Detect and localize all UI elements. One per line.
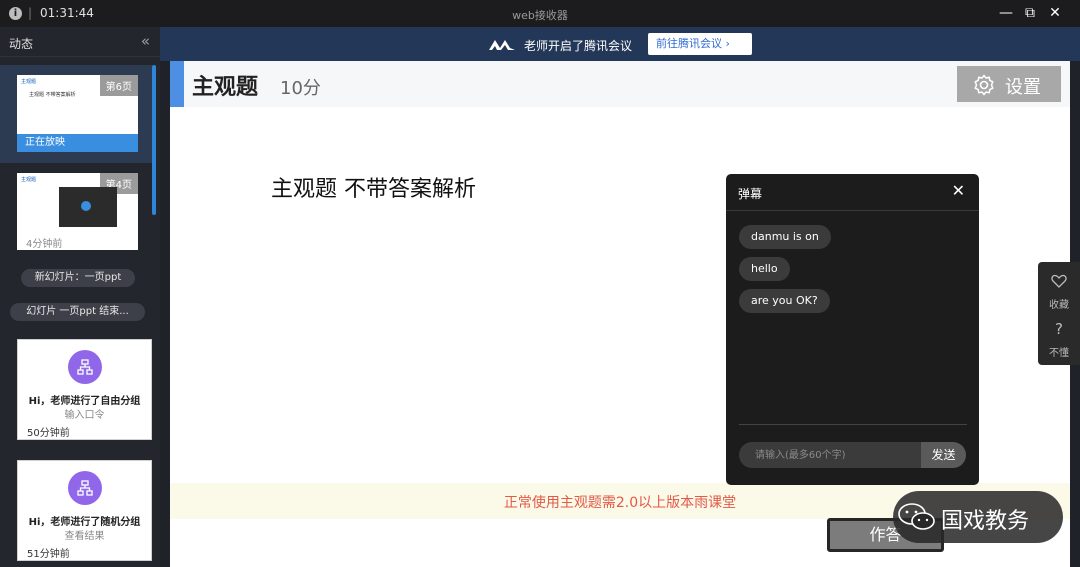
event-new-slide[interactable]: 新幻灯片：一页ppt xyxy=(21,269,135,287)
thumbnail-title: 主观题 xyxy=(21,79,37,85)
thumbnail-preview xyxy=(59,187,117,227)
minimize-button[interactable]: — xyxy=(995,3,1017,23)
watermark-text: 国戏教务 xyxy=(941,509,1030,534)
settings-button[interactable]: 设置 xyxy=(957,66,1061,102)
card-title: Hi，老师进行了自由分组 xyxy=(28,396,141,407)
thumbnail-title: 主观题 xyxy=(21,177,37,183)
confused-label[interactable]: 不懂 xyxy=(1038,344,1080,359)
danmu-message: hello xyxy=(739,257,790,281)
divider xyxy=(739,424,967,425)
danmu-panel: 弹幕 ✕ danmu is on hello are you OK? 发送 xyxy=(726,174,979,485)
close-icon[interactable]: ✕ xyxy=(952,181,965,200)
question-content: 主观题 不带答案解析 xyxy=(271,177,476,202)
collapse-icon[interactable]: « xyxy=(141,32,150,50)
activity-sidebar: 动态 « 主观题 主观题 不带答案解析 第6页 正在放映 主观题 第4页 4分钟… xyxy=(0,27,160,567)
slide-thumbnail[interactable]: 主观题 第4页 xyxy=(17,173,138,232)
sidebar-scrollbar[interactable] xyxy=(152,65,156,215)
card-action[interactable]: 查看结果 xyxy=(18,527,151,542)
card-action[interactable]: 输入口令 xyxy=(18,406,151,421)
meeting-banner: 老师开启了腾讯会议 前往腾讯会议 › xyxy=(160,27,1080,61)
title-bar: i | 01:31:44 web接收器 — ⧉ ✕ xyxy=(0,0,1080,27)
join-meeting-button[interactable]: 前往腾讯会议 › xyxy=(648,33,752,55)
side-toolbar: 收藏 ? 不懂 xyxy=(1038,262,1080,365)
tencent-meeting-logo xyxy=(489,40,515,50)
favorite-label[interactable]: 收藏 xyxy=(1038,296,1080,311)
settings-label: 设置 xyxy=(1005,77,1041,98)
group-icon xyxy=(68,471,102,505)
question-header: 主观题 10分 设置 xyxy=(170,61,1070,107)
heart-icon[interactable] xyxy=(1051,274,1067,288)
question-type: 主观题 xyxy=(192,75,259,100)
play-icon xyxy=(81,201,91,211)
group-icon xyxy=(68,350,102,384)
event-slide-end[interactable]: 幻灯片 一页ppt 结束... xyxy=(10,303,145,321)
group-card-free[interactable]: Hi，老师进行了自由分组 输入口令 50分钟前 xyxy=(17,339,152,440)
danmu-input[interactable] xyxy=(739,442,922,468)
card-time: 51分钟前 xyxy=(27,549,70,560)
header-accent xyxy=(170,61,184,107)
now-playing-label: 正在放映 xyxy=(17,134,138,152)
slide-time: 4分钟前 xyxy=(26,239,63,250)
wechat-icon xyxy=(898,503,935,530)
slide-page-badge: 第6页 xyxy=(99,75,138,96)
danmu-message: are you OK? xyxy=(739,289,830,313)
card-title: Hi，老师进行了随机分组 xyxy=(28,517,141,528)
window-title: web接收器 xyxy=(512,9,568,22)
thumbnail-text: 主观题 不带答案解析 xyxy=(29,92,76,98)
divider xyxy=(726,210,979,211)
send-button[interactable]: 发送 xyxy=(921,442,966,468)
wechat-watermark: 国戏教务 xyxy=(893,491,1063,543)
slide-footer: 4分钟前 xyxy=(17,232,138,250)
meeting-message: 老师开启了腾讯会议 xyxy=(524,39,633,53)
sidebar-title: 动态 xyxy=(9,37,34,51)
restore-button[interactable]: ⧉ xyxy=(1019,3,1041,23)
group-card-random[interactable]: Hi，老师进行了随机分组 查看结果 51分钟前 xyxy=(17,460,152,561)
slide-thumbnail[interactable]: 主观题 主观题 不带答案解析 第6页 xyxy=(17,75,138,134)
gear-icon xyxy=(974,74,994,96)
card-time: 50分钟前 xyxy=(27,428,70,439)
danmu-message: danmu is on xyxy=(739,225,831,249)
question-icon[interactable]: ? xyxy=(1038,320,1080,338)
danmu-title: 弹幕 xyxy=(738,187,763,201)
close-button[interactable]: ✕ xyxy=(1044,3,1066,23)
question-score: 10分 xyxy=(280,78,321,99)
sidebar-header: 动态 « xyxy=(0,27,160,57)
